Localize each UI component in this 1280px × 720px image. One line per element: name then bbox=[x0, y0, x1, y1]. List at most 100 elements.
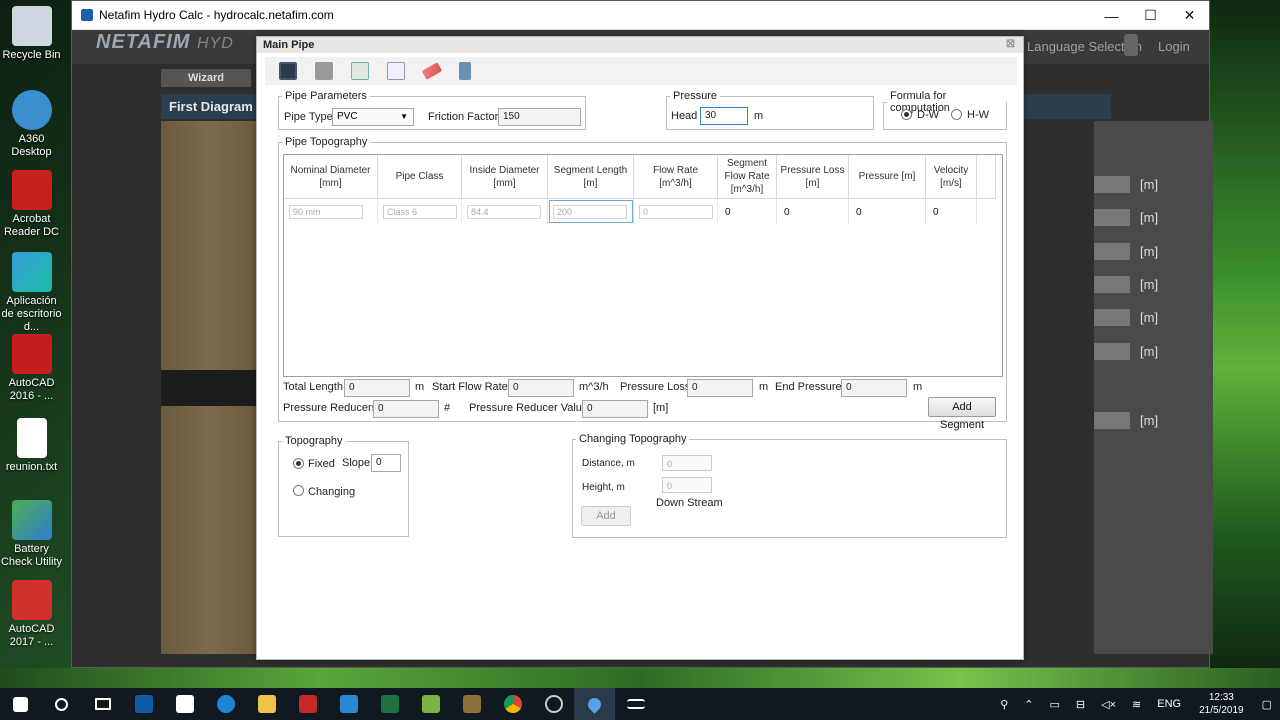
pipe-type-select[interactable]: PVC ▼ bbox=[332, 108, 414, 126]
radio-dw[interactable] bbox=[901, 109, 912, 120]
start-flow-input[interactable]: 0 bbox=[508, 379, 574, 397]
add-segment-button[interactable]: Add Segment bbox=[928, 397, 996, 431]
desktop-icon-label: Acrobat Reader DC bbox=[3, 213, 60, 238]
taskbar-excel[interactable] bbox=[369, 688, 410, 720]
distance-input[interactable]: 0 bbox=[662, 455, 712, 471]
a360-icon bbox=[11, 90, 52, 130]
maximize-button[interactable]: ☐ bbox=[1131, 1, 1170, 30]
col-pressure-loss: Pressure Loss [m] bbox=[777, 155, 849, 199]
value-box bbox=[1094, 208, 1130, 226]
radio-hw[interactable] bbox=[951, 109, 962, 120]
table-icon[interactable] bbox=[387, 62, 405, 80]
taskbar-edge[interactable] bbox=[205, 688, 246, 720]
height-label: Height, m bbox=[582, 482, 625, 493]
chevron-up-icon[interactable]: ⌃ bbox=[1024, 698, 1033, 711]
clock[interactable]: 12:33 21/5/2019 bbox=[1199, 691, 1244, 717]
slope-input[interactable]: 0 bbox=[371, 454, 401, 472]
taskbar-explorer[interactable] bbox=[246, 688, 287, 720]
taskbar-chrome[interactable] bbox=[492, 688, 533, 720]
lock-icon bbox=[1124, 34, 1138, 56]
language-indicator[interactable]: ENG bbox=[1157, 698, 1181, 710]
pipe-type-value: PVC bbox=[337, 111, 358, 122]
nominal-diameter-cell[interactable]: 90 mm bbox=[289, 205, 363, 219]
calculator-icon[interactable] bbox=[459, 62, 471, 80]
segments-table: Nominal Diameter [mm] Pipe Class Inside D… bbox=[283, 154, 1003, 377]
pressure-loss-input[interactable]: 0 bbox=[687, 379, 753, 397]
save-icon[interactable] bbox=[279, 62, 297, 80]
taskbar-task-view[interactable] bbox=[82, 688, 123, 720]
text-file-icon bbox=[16, 418, 47, 458]
wifi-icon[interactable]: ≋ bbox=[1132, 698, 1141, 711]
taskbar-settings-app[interactable] bbox=[615, 688, 656, 720]
circle-app-icon bbox=[544, 695, 563, 713]
taskbar-app-t[interactable] bbox=[287, 688, 328, 720]
people-icon[interactable]: ⚲ bbox=[1000, 698, 1008, 711]
taskbar-app-plant[interactable] bbox=[451, 688, 492, 720]
col-spacer bbox=[977, 155, 996, 199]
desktop-icon-autocad-2016[interactable]: AutoCAD 2016 - ... bbox=[0, 334, 63, 403]
volume-icon[interactable]: ◁× bbox=[1101, 698, 1116, 711]
search-icon bbox=[55, 697, 68, 711]
desktop-icon-acrobat[interactable]: Acrobat Reader DC bbox=[0, 170, 63, 239]
start-button[interactable] bbox=[0, 688, 41, 720]
col-segment-length: Segment Length [m] bbox=[548, 155, 634, 199]
taskbar-app-w[interactable] bbox=[410, 688, 451, 720]
height-input[interactable]: 0 bbox=[662, 477, 712, 493]
login-link[interactable]: Login bbox=[1158, 39, 1190, 54]
excel-icon bbox=[380, 695, 399, 713]
desktop-icon-a360[interactable]: A360 Desktop bbox=[0, 90, 63, 159]
value-box bbox=[1094, 411, 1130, 429]
pipe-class-cell[interactable]: Class 6 bbox=[383, 205, 457, 219]
dialog-close-icon[interactable]: ☒ bbox=[1006, 37, 1015, 53]
desktop-icon-autocad-2017[interactable]: AutoCAD 2017 - ... bbox=[0, 580, 63, 649]
desktop-icon-aplicacion[interactable]: Aplicación de escritorio d... bbox=[0, 252, 63, 334]
desktop-icon-battery-check[interactable]: Battery Check Utility bbox=[0, 500, 63, 569]
taskbar: ⚲ ⌃ ▭ ⊟ ◁× ≋ ENG 12:33 21/5/2019 ▢ bbox=[0, 688, 1280, 720]
network-icon[interactable]: ⊟ bbox=[1076, 698, 1085, 711]
segment-length-cell[interactable]: 200 bbox=[553, 205, 627, 219]
add-topography-button[interactable]: Add bbox=[581, 506, 631, 526]
notification-icon[interactable]: ▢ bbox=[1262, 698, 1272, 711]
col-flow-rate: Flow Rate [m^3/h] bbox=[634, 155, 718, 199]
browser-title: Netafim Hydro Calc - hydrocalc.netafim.c… bbox=[99, 8, 334, 22]
taskbar-store[interactable] bbox=[164, 688, 205, 720]
unit-label: [m] bbox=[1140, 276, 1159, 292]
changing-label: Changing bbox=[308, 486, 356, 498]
changing-topography-legend: Changing Topography bbox=[579, 433, 687, 445]
edge-icon bbox=[216, 695, 235, 713]
friction-factor-input[interactable]: 150 bbox=[498, 108, 581, 126]
desktop-icon-reunion[interactable]: reunion.txt bbox=[0, 418, 63, 474]
distance-label: Distance, m bbox=[582, 458, 635, 469]
taskbar-search[interactable] bbox=[41, 688, 82, 720]
eraser-icon[interactable] bbox=[421, 62, 443, 80]
battery-icon[interactable]: ▭ bbox=[1050, 698, 1060, 711]
value-box bbox=[1094, 342, 1130, 360]
radio-changing[interactable] bbox=[293, 485, 304, 496]
s-app-icon bbox=[339, 695, 358, 713]
taskbar-hydrocalc[interactable] bbox=[574, 688, 615, 720]
tab-wizard[interactable]: Wizard bbox=[161, 69, 251, 87]
chart-icon[interactable] bbox=[351, 62, 369, 80]
flow-rate-cell[interactable]: 0 bbox=[639, 205, 713, 219]
table-row: 90 mm Class 6 84.4 200 0 0 0 0 0 bbox=[284, 199, 977, 224]
taskbar-app-circle[interactable] bbox=[533, 688, 574, 720]
inside-diameter-cell[interactable]: 84.4 bbox=[467, 205, 541, 219]
pressure-reducers-label: Pressure Reducers bbox=[283, 402, 378, 414]
taskbar-outlook[interactable] bbox=[123, 688, 164, 720]
close-button[interactable]: ✕ bbox=[1170, 1, 1209, 30]
pressure-reducer-value-input[interactable]: 0 bbox=[582, 400, 648, 418]
head-input[interactable]: 30 bbox=[700, 107, 748, 125]
pressure-reducer-value-label: Pressure Reducer Value bbox=[469, 402, 589, 414]
chrome-icon bbox=[503, 695, 522, 713]
col-inside-diameter: Inside Diameter [mm] bbox=[462, 155, 548, 199]
radio-fixed[interactable] bbox=[293, 458, 304, 469]
desktop-icon-recycle-bin[interactable]: Recycle Bin bbox=[0, 6, 63, 62]
total-length-input[interactable]: 0 bbox=[344, 379, 410, 397]
minimize-button[interactable]: — bbox=[1092, 1, 1131, 30]
print-icon[interactable] bbox=[315, 62, 333, 80]
acrobat-icon bbox=[11, 170, 52, 210]
end-pressure-input[interactable]: 0 bbox=[841, 379, 907, 397]
table-header: Nominal Diameter [mm] Pipe Class Inside D… bbox=[284, 155, 996, 199]
pressure-reducers-input[interactable]: 0 bbox=[373, 400, 439, 418]
taskbar-app-s[interactable] bbox=[328, 688, 369, 720]
